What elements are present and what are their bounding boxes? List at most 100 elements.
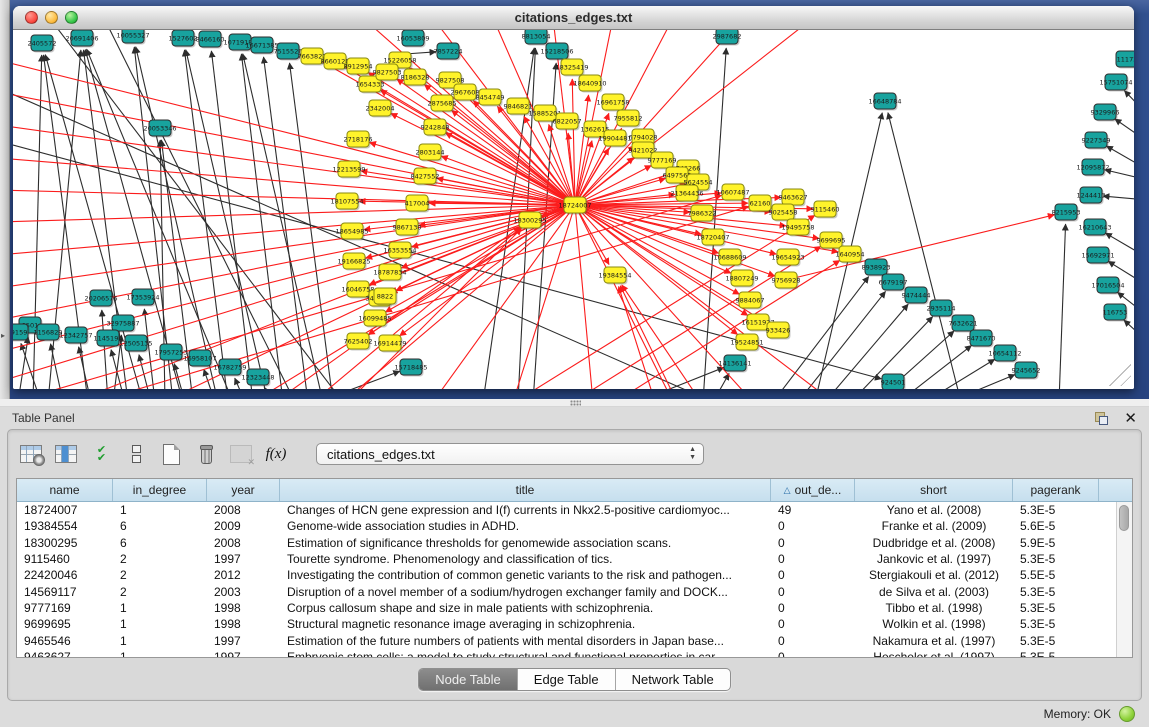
graph-node[interactable]: 12095872 [1076, 159, 1109, 177]
select-all-rows-button[interactable]: ✔✔ [88, 441, 114, 467]
graph-node[interactable]: 10607487 [716, 184, 749, 202]
graph-node[interactable]: 9827503 [373, 64, 402, 82]
close-panel-icon[interactable]: ✕ [1124, 412, 1137, 425]
graph-node[interactable]: 16053809 [396, 30, 429, 48]
graph-node[interactable]: 1244413 [1077, 187, 1106, 205]
split-view-button[interactable] [123, 441, 149, 467]
float-panel-icon[interactable] [1095, 412, 1108, 425]
graph-edge[interactable] [888, 113, 961, 389]
graph-node[interactable]: 19166825 [337, 253, 370, 271]
graph-edge[interactable] [513, 205, 575, 389]
column-header-short[interactable]: short [855, 479, 1013, 501]
graph-node[interactable]: 12323448 [241, 369, 274, 387]
collapsed-panel-strip[interactable]: ▸ [0, 0, 10, 399]
graph-edge[interactable] [243, 54, 323, 389]
graph-node[interactable]: 18787834 [373, 264, 406, 282]
graph-node[interactable]: 1145194 [94, 330, 123, 348]
graph-node[interactable]: 8427552 [411, 168, 440, 186]
graph-edge[interactable] [441, 156, 575, 205]
graph-edge[interactable] [798, 291, 886, 389]
graph-node[interactable]: 20053346 [143, 120, 176, 138]
graph-node[interactable]: 2718176 [344, 131, 373, 149]
graph-node[interactable]: 8454749 [476, 89, 505, 107]
graph-node[interactable]: 11172 [1116, 51, 1134, 69]
table-row[interactable]: 1938455462009Genome-wide association stu… [17, 518, 1132, 534]
graph-edge[interactable] [1124, 320, 1134, 342]
graph-node[interactable]: 9115460 [811, 201, 840, 219]
graph-node[interactable]: 2342004 [366, 100, 395, 118]
graph-node[interactable]: 16353554 [383, 242, 416, 260]
graph-edge[interactable] [1059, 224, 1066, 389]
graph-edge[interactable] [899, 345, 972, 389]
graph-node[interactable]: 9242848 [421, 119, 450, 137]
graph-edge[interactable] [204, 369, 215, 389]
graph-node[interactable]: 17016504 [1091, 277, 1124, 295]
table-row[interactable]: 977716911998Corpus callosum shape and si… [17, 600, 1132, 616]
splitter-handle-icon[interactable] [570, 400, 581, 406]
graph-node[interactable]: 10055327 [116, 30, 149, 45]
graph-node[interactable]: 2987682 [713, 30, 742, 46]
graph-edge[interactable] [515, 215, 815, 389]
table-row[interactable]: 1456911722003Disruption of a novel membe… [17, 583, 1132, 599]
graph-node[interactable]: 9227349 [1082, 132, 1111, 150]
graph-node[interactable]: 2405572 [28, 35, 57, 53]
graph-edge[interactable] [1103, 196, 1134, 200]
graph-node[interactable]: 2935114 [927, 300, 956, 318]
graph-node[interactable]: 7986322 [688, 205, 717, 223]
memory-status-indicator[interactable] [1119, 706, 1135, 722]
graph-node[interactable]: 7625402 [344, 333, 373, 351]
graph-node[interactable]: 417004 [405, 195, 430, 213]
graph-node[interactable]: 15692971 [1081, 247, 1114, 265]
show-columns-button[interactable] [53, 441, 79, 467]
graph-node[interactable]: 16914479 [373, 335, 406, 353]
graph-edge[interactable] [1124, 91, 1134, 115]
graph-edge[interactable] [1115, 119, 1134, 142]
graph-node[interactable]: 9474444 [902, 287, 931, 305]
graph-node[interactable]: 16961758 [596, 94, 629, 112]
graph-edge[interactable] [186, 50, 268, 389]
graph-node[interactable]: 39159 [13, 324, 30, 342]
new-column-button[interactable] [158, 441, 184, 467]
graph-node[interactable]: 12213599 [332, 161, 365, 179]
network-canvas[interactable]: 2405572206914061005532715276028466160107… [13, 30, 1134, 389]
graph-node[interactable]: 16099485 [358, 310, 391, 328]
graph-edge[interactable] [391, 113, 575, 205]
table-row[interactable]: 946554611997Estimation of the future num… [17, 632, 1132, 648]
graph-node[interactable]: 19654923 [771, 249, 804, 267]
tab-network-table[interactable]: Network Table [616, 669, 730, 690]
column-header-pagerank[interactable]: pagerank [1013, 479, 1099, 501]
graph-edge[interactable] [241, 54, 283, 389]
graph-node[interactable]: 18640910 [573, 75, 606, 93]
graph-node[interactable]: 18107554 [330, 193, 363, 211]
graph-edge[interactable] [13, 190, 575, 205]
graph-node[interactable]: 933426 [766, 322, 791, 340]
graph-node[interactable]: 16648784 [868, 93, 901, 111]
graph-node[interactable]: 17353924 [126, 289, 159, 307]
graph-edge[interactable] [111, 350, 125, 389]
delete-column-button[interactable] [193, 441, 219, 467]
column-header-indegree[interactable]: in_degree [113, 479, 207, 501]
table-row[interactable]: 946362711997Embryonic stem cells: a mode… [17, 649, 1132, 658]
graph-node[interactable]: 10688609 [713, 249, 746, 267]
panel-expand-arrow-icon[interactable]: ▸ [1, 330, 8, 341]
graph-node[interactable]: 1156829 [34, 324, 63, 342]
graph-edge[interactable] [13, 60, 575, 205]
graph-node[interactable]: 1640954 [836, 246, 865, 264]
graph-node[interactable]: 924501 [881, 374, 906, 389]
graph-node[interactable]: 16210643 [1078, 219, 1111, 237]
table-row[interactable]: 911546021997Tourette syndrome. Phenomeno… [17, 551, 1132, 567]
graph-node[interactable]: 19384554 [598, 267, 631, 285]
graph-node[interactable]: 1527602 [169, 30, 198, 48]
graph-node[interactable]: 116753 [1103, 304, 1128, 322]
graph-node[interactable]: 9329966 [1091, 104, 1120, 122]
graph-edge[interactable] [264, 387, 273, 389]
table-row[interactable]: 2242004622012Investigating the contribut… [17, 567, 1132, 583]
tab-node-table[interactable]: Node Table [419, 669, 518, 690]
panel-splitter[interactable] [0, 399, 1149, 407]
table-row[interactable]: 1830029562008Estimation of significance … [17, 535, 1132, 551]
column-header-title[interactable]: title [280, 479, 771, 501]
tab-edge-table[interactable]: Edge Table [518, 669, 616, 690]
graph-node[interactable]: 15218506 [540, 43, 573, 61]
table-options-button[interactable] [18, 441, 44, 467]
graph-edge[interactable] [13, 92, 575, 205]
